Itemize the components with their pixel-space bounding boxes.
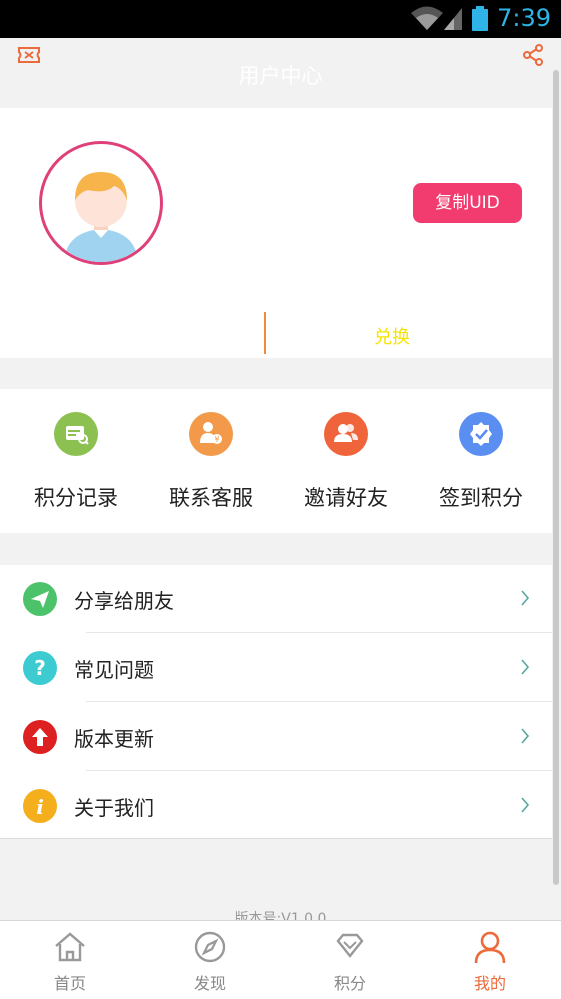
settings-list: 分享给朋友 ? 常见问题 版本更新 i 关于我们 <box>0 565 552 839</box>
tab-label: 发现 <box>193 974 226 993</box>
chevron-right-icon <box>521 728 530 744</box>
svg-text:?: ? <box>34 656 46 680</box>
grid-item-invite-friends[interactable]: 邀请好友 <box>277 389 415 533</box>
list-item-about[interactable]: i 关于我们 <box>0 772 552 840</box>
signal-icon <box>444 8 462 30</box>
clock: 7:39 <box>497 4 551 32</box>
grid-item-customer-service[interactable]: ¥ 联系客服 <box>142 389 280 533</box>
user-avatar-icon <box>64 172 138 262</box>
question-icon: ? <box>23 651 57 685</box>
profile-card: 复制UID 兑换 <box>0 108 552 358</box>
app-header: 用户中心 <box>0 38 561 108</box>
list-item-label: 版本更新 <box>74 727 154 751</box>
home-icon <box>55 932 85 962</box>
tab-discover[interactable]: 发现 <box>140 921 280 999</box>
list-item-faq[interactable]: ? 常见问题 <box>0 634 552 702</box>
chevron-right-icon <box>521 659 530 675</box>
user-icon <box>474 931 506 964</box>
grid-label: 联系客服 <box>169 486 253 510</box>
grid-item-points-record[interactable]: 积分记录 <box>7 389 145 533</box>
page-title: 用户中心 <box>238 64 323 88</box>
grid-item-checkin[interactable]: 签到积分 <box>412 389 550 533</box>
chevron-right-icon <box>521 797 530 813</box>
share-icon[interactable] <box>522 44 544 70</box>
chevron-right-icon <box>521 590 530 606</box>
tab-mine[interactable]: 我的 <box>420 921 560 999</box>
customer-service-icon: ¥ <box>189 412 233 456</box>
list-item-share[interactable]: 分享给朋友 <box>0 565 552 633</box>
info-icon: i <box>23 789 57 823</box>
bottom-tab-bar: 首页 发现 积分 我的 <box>0 920 561 999</box>
divider <box>86 770 552 771</box>
list-item-label: 常见问题 <box>74 658 154 682</box>
tab-points[interactable]: 积分 <box>280 921 420 999</box>
tab-label: 我的 <box>473 974 506 993</box>
list-item-label: 分享给朋友 <box>74 589 174 613</box>
checkin-icon <box>459 412 503 456</box>
points-record-icon <box>54 412 98 456</box>
svg-text:i: i <box>36 795 44 819</box>
grid-label: 邀请好友 <box>304 486 388 510</box>
scrollbar[interactable] <box>553 70 559 885</box>
battery-icon <box>472 6 488 31</box>
invite-friends-icon <box>324 412 368 456</box>
divider <box>86 632 552 633</box>
grid-label: 积分记录 <box>34 486 118 510</box>
status-bar: 7:39 <box>0 0 561 38</box>
avatar[interactable] <box>39 141 163 265</box>
redeem-link[interactable]: 兑换 <box>374 323 410 349</box>
svg-text:¥: ¥ <box>214 435 219 444</box>
list-item-update[interactable]: 版本更新 <box>0 703 552 771</box>
paper-plane-icon <box>23 582 57 616</box>
compass-icon <box>194 931 226 963</box>
tab-home[interactable]: 首页 <box>0 921 140 999</box>
grid-label: 签到积分 <box>439 486 523 510</box>
copy-uid-button[interactable]: 复制UID <box>413 183 522 223</box>
arrow-up-icon <box>23 720 57 754</box>
feature-grid: 积分记录 ¥ 联系客服 邀请好友 签到积分 <box>0 389 552 533</box>
diamond-icon <box>336 933 364 958</box>
wifi-icon <box>411 6 443 30</box>
divider <box>264 312 266 354</box>
divider <box>86 701 552 702</box>
tab-label: 首页 <box>53 974 86 993</box>
tab-label: 积分 <box>333 974 366 993</box>
list-item-label: 关于我们 <box>74 796 154 820</box>
